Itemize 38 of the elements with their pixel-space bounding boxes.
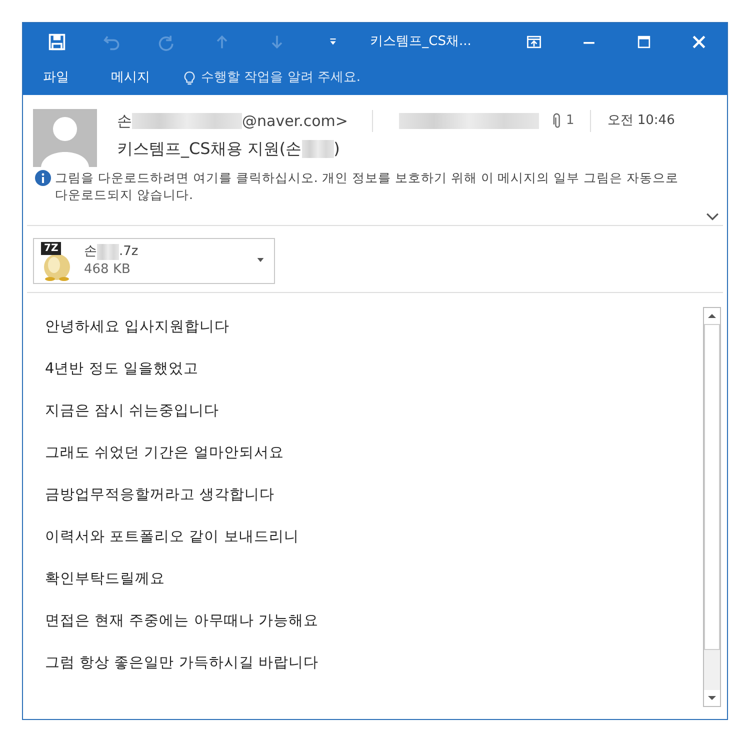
sender-name: 손	[117, 110, 132, 132]
subject-paren: )	[334, 138, 340, 160]
file-extension: .7z	[119, 243, 138, 261]
ribbon-tab[interactable]: 파일	[43, 68, 69, 88]
chevron-down-icon[interactable]	[706, 212, 719, 221]
save-icon[interactable]	[48, 33, 66, 51]
body-text-line: 면접은 현재 주중에는 아무때나 가능해요	[45, 612, 320, 631]
info-message[interactable]: 그림을 다운로드하려면 여기를 클릭하십시오. 개인 정보를 보호하기 위해 이 메시지의 일부 그림은 자동으로 다운로드되지 않습니다.	[55, 169, 680, 203]
received-time: 오전 10:46	[607, 112, 675, 130]
body-text-line: 지금은 잠시 쉬는중입니다	[45, 402, 220, 421]
subject-title: 키스템프_CS채용 지원(손	[117, 138, 302, 160]
body-text-line: 확인부탁드릴께요	[45, 570, 166, 589]
avatar	[33, 109, 97, 167]
attachment-card[interactable]: 7Z 손 .7z 468 KB	[33, 238, 275, 284]
redaction-block	[302, 140, 334, 158]
redaction-block	[97, 244, 119, 260]
body-text-line: 그래도 쉬었던 기간은 얼마안되서요	[45, 444, 285, 463]
body-text-line: 이력서와 포트폴리오 같이 보내드리니	[45, 528, 300, 547]
ribbon-tab[interactable]: 메시지	[111, 68, 150, 88]
scrollbar[interactable]	[703, 307, 721, 707]
scrollbar-thumb[interactable]	[704, 324, 720, 650]
tell-me-field[interactable]: 수행할 작업을 알려 주세요.	[184, 68, 361, 88]
info-icon	[35, 170, 51, 186]
dropdown-icon[interactable]	[257, 258, 264, 262]
window-title: 키스템프_CS채...	[370, 33, 472, 52]
lightbulb-icon	[184, 70, 195, 86]
attachment-count: 1	[566, 112, 574, 130]
paperclip-icon	[552, 113, 562, 129]
body-text-line: 안녕하세요 입사지원합니다	[45, 318, 231, 337]
body-text-line: 금방업무적응할꺼라고 생각합니다	[45, 486, 276, 505]
file-size: 468 KB	[84, 261, 132, 279]
scroll-down-icon[interactable]	[704, 690, 720, 706]
sender-address: @naver.com>	[242, 110, 348, 132]
scroll-up-icon[interactable]	[704, 308, 720, 324]
ribbon-display-icon[interactable]	[524, 33, 543, 51]
body-text-line: 그럼 항상 좋은일만 가득하시길 바랍니다	[45, 654, 320, 673]
body-text-line: 4년반 정도 일을했었고	[45, 360, 200, 379]
file-name: 손	[84, 243, 97, 261]
